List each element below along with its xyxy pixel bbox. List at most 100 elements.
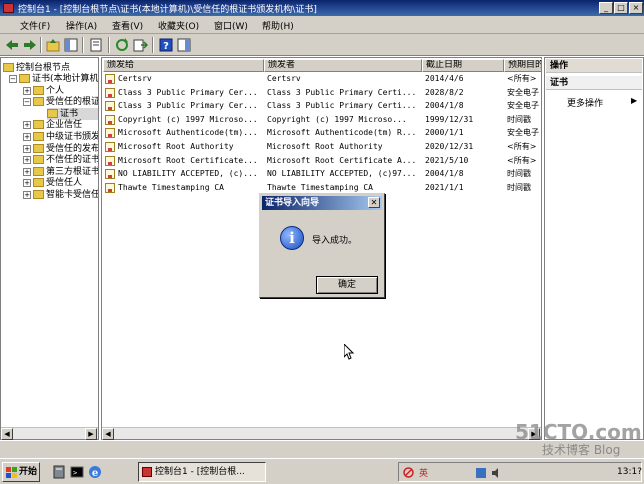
list-horizontal-scrollbar[interactable]: ◀ ▶ <box>102 427 541 440</box>
expand-plus-icon[interactable]: + <box>23 144 31 153</box>
table-row[interactable]: NO LIABILITY ACCEPTED, (c)... NO LIABILIT… <box>103 168 540 181</box>
table-cell: Copyright (c) 1997 Microso... <box>118 114 258 124</box>
scroll-left-arrow-icon[interactable]: ◀ <box>102 428 114 440</box>
menu-help[interactable]: 帮助(H) <box>262 19 294 32</box>
table-row[interactable]: Microsoft Authenticode(tm)... Microsoft A… <box>103 127 540 140</box>
column-header[interactable]: 颁发者 <box>264 59 422 72</box>
expand-plus-icon[interactable]: + <box>23 167 31 176</box>
collapse-minus-icon[interactable]: − <box>23 98 31 107</box>
taskbar-console-item[interactable]: 控制台1 - [控制台根... <box>138 462 266 482</box>
more-actions-arrow-icon[interactable]: ▶ <box>631 96 637 105</box>
menu-window[interactable]: 窗口(W) <box>214 19 248 32</box>
scroll-right-arrow-icon[interactable]: ▶ <box>85 428 97 440</box>
ime-indicator[interactable]: 英 <box>419 466 428 479</box>
table-cell: 安全电子 <box>507 101 539 111</box>
menu-action[interactable]: 操作(A) <box>66 19 97 32</box>
maximize-button[interactable]: □ <box>614 2 628 14</box>
table-cell: Class 3 Public Primary Certi... <box>267 101 417 111</box>
network-disconnected-icon[interactable] <box>403 467 414 478</box>
start-label: 开始 <box>19 467 38 477</box>
help-icon[interactable]: ? <box>158 37 174 53</box>
forward-arrow-icon[interactable] <box>22 37 38 53</box>
back-arrow-icon[interactable] <box>4 37 20 53</box>
tree-root[interactable]: 控制台根节点 <box>3 60 70 73</box>
windows-logo-icon <box>6 467 17 478</box>
table-row[interactable]: Microsoft Root Certificate... Microsoft R… <box>103 155 540 168</box>
command-prompt-icon[interactable]: > <box>70 465 84 479</box>
tree-item[interactable]: 个人 <box>33 85 98 97</box>
tray-app-icon[interactable] <box>475 467 487 479</box>
collapse-minus-icon[interactable]: − <box>9 75 17 83</box>
volume-icon[interactable] <box>491 467 503 479</box>
dialog-title-bar[interactable]: 证书导入向导 ✕ <box>262 196 382 210</box>
show-action-pane-icon[interactable] <box>176 37 192 53</box>
expand-plus-icon[interactable]: + <box>23 179 31 188</box>
export-list-icon[interactable] <box>132 37 148 53</box>
table-cell: 时间戳 <box>507 169 531 179</box>
tree-item[interactable]: 企业信任 <box>33 119 98 131</box>
tree-item-label: 受信任的发布者 <box>46 143 98 154</box>
tree-item[interactable]: 中级证书颁发机构 <box>33 131 98 143</box>
refresh-icon[interactable] <box>114 37 130 53</box>
tree-item[interactable]: 第三方根证书颁发机构 <box>33 166 98 178</box>
clock[interactable]: 13:1? <box>617 467 642 477</box>
tree-item[interactable]: 智能卡受信任的根 <box>33 189 98 201</box>
tree-item-label: 个人 <box>46 85 65 96</box>
table-cell: Microsoft Root Certificate... <box>118 155 258 165</box>
expand-plus-icon[interactable]: + <box>23 121 31 130</box>
table-cell: 时间戳 <box>507 114 531 124</box>
dialog-close-icon[interactable]: ✕ <box>368 197 380 208</box>
tree-item[interactable]: 不信任的证书 <box>33 154 98 166</box>
svg-text:e: e <box>92 468 98 479</box>
certificate-icon <box>105 101 115 112</box>
table-row[interactable]: Microsoft Root Authority Microsoft Root A… <box>103 141 540 154</box>
menu-file[interactable]: 文件(F) <box>20 19 50 32</box>
taskbar: 开始 > e 控制台1 - [控制台根... 英 13:1? <box>0 458 644 484</box>
certificate-icon <box>105 87 115 98</box>
expand-plus-icon[interactable]: + <box>23 86 31 95</box>
table-row[interactable]: Class 3 Public Primary Cer... Class 3 Pub… <box>103 100 540 113</box>
dialog-message: 导入成功。 <box>312 236 358 246</box>
table-row[interactable]: Copyright (c) 1997 Microso... Copyright (… <box>103 114 540 127</box>
tree-item[interactable]: 受信任人 <box>33 177 98 189</box>
tree-item[interactable]: 受信任的根证书颁发机构 <box>33 96 98 108</box>
up-folder-icon[interactable] <box>45 37 61 53</box>
show-tree-icon[interactable] <box>63 37 79 53</box>
scroll-left-arrow-icon[interactable]: ◀ <box>1 428 13 440</box>
actions-section-title[interactable]: 证书 <box>546 76 642 90</box>
menu-view[interactable]: 查看(V) <box>112 19 143 32</box>
expand-plus-icon[interactable]: + <box>23 156 31 165</box>
toolbar: ? <box>0 34 644 56</box>
table-row[interactable]: Class 3 Public Primary Cer... Class 3 Pub… <box>103 87 540 100</box>
table-cell: 2021/5/10 <box>425 155 469 165</box>
menu-favorites[interactable]: 收藏夹(O) <box>158 19 199 32</box>
tree-horizontal-scrollbar[interactable]: ◀ ▶ <box>1 427 98 440</box>
certificate-icon <box>105 128 115 139</box>
ok-button[interactable]: 确定 <box>316 276 378 294</box>
column-header[interactable]: 颁发给 <box>103 59 264 72</box>
toolbar-separator <box>152 37 154 53</box>
table-row[interactable]: Certsrv Certsrv 2014/4/6 <所有> <box>103 73 540 86</box>
start-button[interactable]: 开始 <box>2 462 40 482</box>
properties-icon[interactable] <box>88 37 104 53</box>
table-cell: Copyright (c) 1997 Microso... <box>267 114 407 124</box>
column-header[interactable]: 截止日期 <box>422 59 504 72</box>
toolbar-separator <box>108 37 110 53</box>
tree-item[interactable]: 证书 <box>47 107 98 120</box>
expand-plus-icon[interactable]: + <box>23 191 31 199</box>
tree-item[interactable]: 证书(本地计算机) <box>19 73 98 85</box>
console-tree-pane[interactable]: 控制台根节点 证书(本地计算机) − 个人 + 受信任的根证书颁发机构 − 证书企业信任 + 中… <box>0 57 99 440</box>
expand-plus-icon[interactable]: + <box>23 133 31 141</box>
menu-bar: 文件(F) 操作(A) 查看(V) 收藏夹(O) 窗口(W) 帮助(H) <box>0 16 644 34</box>
server-manager-icon[interactable] <box>52 465 66 479</box>
close-button[interactable]: × <box>629 2 643 14</box>
minimize-button[interactable]: _ <box>599 2 613 14</box>
blog-watermark: 技术博客 Blog <box>542 443 621 457</box>
internet-explorer-icon[interactable]: e <box>88 465 102 479</box>
title-bar[interactable]: 控制台1 - [控制台根节点\证书(本地计算机)\受信任的根证书颁发机构\证书]… <box>0 0 644 16</box>
tree-item[interactable]: 受信任的发布者 <box>33 143 98 155</box>
folder-icon <box>33 143 44 153</box>
more-actions-link[interactable]: 更多操作 <box>567 96 603 109</box>
certificate-icon <box>105 142 115 152</box>
column-header[interactable]: 预期目的 <box>504 59 542 72</box>
